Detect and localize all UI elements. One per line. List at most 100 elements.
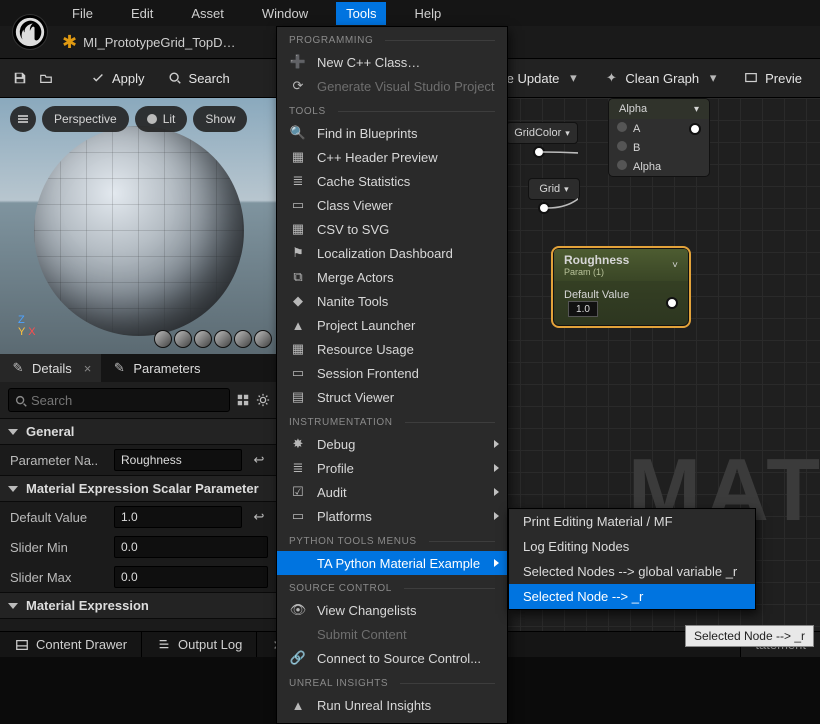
- menu-class-viewer[interactable]: ▭Class Viewer: [277, 193, 507, 217]
- tools-menu: PROGRAMMING ➕New C++ Class… ⟳Generate Vi…: [276, 26, 508, 724]
- rocket-icon: ▲: [289, 317, 307, 333]
- section-scalar-param[interactable]: Material Expression Scalar Parameter: [0, 475, 278, 502]
- menu-asset[interactable]: Asset: [181, 2, 234, 25]
- node-grid-pin[interactable]: [538, 202, 550, 217]
- submenu-print-material[interactable]: Print Editing Material / MF: [509, 509, 755, 534]
- lit-pill[interactable]: Lit: [135, 106, 188, 132]
- insights-icon: ▲: [289, 697, 307, 713]
- output-log-button[interactable]: Output Log: [142, 632, 257, 657]
- tab-details[interactable]: ✎ Details ×: [0, 354, 101, 382]
- menu-section-source-control: SOURCE CONTROL: [277, 575, 507, 598]
- drawer-icon: [14, 637, 30, 653]
- menu-platforms[interactable]: ▭Platforms: [277, 504, 507, 528]
- menu-gen-vs: ⟳Generate Visual Studio Project: [277, 74, 507, 98]
- menu-cache-stats[interactable]: ≣Cache Statistics: [277, 169, 507, 193]
- menu-project-launcher[interactable]: ▲Project Launcher: [277, 313, 507, 337]
- reset-icon[interactable]: ↩: [250, 508, 268, 526]
- menu-cpp-header[interactable]: ▦C++ Header Preview: [277, 145, 507, 169]
- menu-debug[interactable]: ✸Debug: [277, 432, 507, 456]
- shading-mode-balls[interactable]: [154, 330, 272, 348]
- menu-connect-sc[interactable]: 🔗Connect to Source Control...: [277, 646, 507, 670]
- close-icon[interactable]: ×: [84, 361, 92, 376]
- content-drawer-button[interactable]: Content Drawer: [0, 632, 142, 657]
- details-search-row: [0, 382, 278, 418]
- menu-edit[interactable]: Edit: [121, 2, 163, 25]
- menu-nanite[interactable]: ◆Nanite Tools: [277, 289, 507, 313]
- menu-tools[interactable]: Tools: [336, 2, 386, 25]
- ta-python-submenu: Print Editing Material / MF Log Editing …: [508, 508, 756, 610]
- node-grid[interactable]: Grid ▾: [528, 178, 580, 200]
- menu-section-insights: UNREAL INSIGHTS: [277, 670, 507, 693]
- tooltip: Selected Node --> _r: [685, 625, 814, 647]
- submenu-log-nodes[interactable]: Log Editing Nodes: [509, 534, 755, 559]
- search-button[interactable]: Search: [161, 66, 236, 90]
- main-menu-bar: File Edit Asset Window Tools Help: [0, 0, 820, 26]
- prop-parameter-name: Parameter Na.. ↩: [0, 445, 278, 475]
- node-gridcolor[interactable]: GridColor ▾: [506, 122, 578, 144]
- roughness-output-pin[interactable]: [666, 297, 678, 309]
- menu-section-python: PYTHON TOOLS MENUS: [277, 528, 507, 551]
- lit-icon: [147, 114, 157, 124]
- slider-min-input[interactable]: [114, 536, 268, 558]
- section-material-expression[interactable]: Material Expression: [0, 592, 278, 619]
- node-gridcolor-pin[interactable]: [533, 146, 545, 161]
- node-lerp[interactable]: Alpha▾ A B Alpha: [608, 98, 710, 177]
- platforms-icon: ▭: [289, 508, 307, 524]
- menu-file[interactable]: File: [62, 2, 103, 25]
- dirty-icon: ✱: [62, 33, 77, 51]
- search-icon: 🔍: [289, 125, 307, 141]
- log-icon: [156, 637, 172, 653]
- prop-slider-min: Slider Min: [0, 532, 278, 562]
- grid-view-icon[interactable]: [236, 389, 250, 411]
- gear-icon[interactable]: [256, 389, 270, 411]
- menu-csv-svg[interactable]: ▦CSV to SVG: [277, 217, 507, 241]
- clean-graph-button[interactable]: ✦ Clean Graph ▾: [597, 66, 727, 90]
- chevron-down-icon: ▾: [565, 70, 581, 86]
- preview-icon: [743, 70, 759, 86]
- save-icon[interactable]: [12, 70, 28, 86]
- preview-button[interactable]: Previe: [737, 66, 808, 90]
- menu-run-insights[interactable]: ▲Run Unreal Insights: [277, 693, 507, 717]
- details-search-input[interactable]: [8, 388, 230, 412]
- menu-session-frontend[interactable]: ▭Session Frontend: [277, 361, 507, 385]
- db-icon: ≣: [289, 173, 307, 189]
- flag-icon: ⚑: [289, 245, 307, 261]
- menu-new-cpp[interactable]: ➕New C++ Class…: [277, 50, 507, 74]
- tab-parameters[interactable]: ✎ Parameters: [101, 354, 210, 382]
- viewport-menu-button[interactable]: [10, 106, 36, 132]
- reset-icon[interactable]: ↩: [250, 451, 268, 469]
- preview-viewport[interactable]: Perspective Lit Show Z Y X: [0, 98, 278, 354]
- perspective-pill[interactable]: Perspective: [42, 106, 129, 132]
- menu-view-changelists[interactable]: 👁View Changelists: [277, 598, 507, 622]
- nanite-icon: ◆: [289, 293, 307, 309]
- struct-icon: ▤: [289, 389, 307, 405]
- class-icon: ▭: [289, 197, 307, 213]
- menu-merge-actors[interactable]: ⧉Merge Actors: [277, 265, 507, 289]
- parameter-name-input[interactable]: [114, 449, 242, 471]
- slider-max-input[interactable]: [114, 566, 268, 588]
- asset-tab[interactable]: MI_PrototypeGrid_TopD…: [83, 35, 235, 50]
- menu-struct-viewer[interactable]: ▤Struct Viewer: [277, 385, 507, 409]
- menu-submit-content: Submit Content: [277, 622, 507, 646]
- show-pill[interactable]: Show: [193, 106, 247, 132]
- submenu-selected-nodes[interactable]: Selected Nodes --> global variable _r: [509, 559, 755, 584]
- menu-section-programming: PROGRAMMING: [277, 27, 507, 50]
- prop-slider-max: Slider Max: [0, 562, 278, 592]
- browse-icon[interactable]: [38, 70, 54, 86]
- menu-window[interactable]: Window: [252, 2, 318, 25]
- node-roughness[interactable]: Roughness Param (1) ˅ Default Value: [553, 248, 689, 326]
- apply-button[interactable]: Apply: [84, 66, 151, 90]
- menu-resource-usage[interactable]: ▦Resource Usage: [277, 337, 507, 361]
- section-general[interactable]: General: [0, 418, 278, 445]
- menu-help[interactable]: Help: [404, 2, 451, 25]
- menu-audit[interactable]: ☑Audit: [277, 480, 507, 504]
- upload-icon: [289, 626, 307, 642]
- menu-localization[interactable]: ⚑Localization Dashboard: [277, 241, 507, 265]
- menu-ta-python[interactable]: TA Python Material Example: [277, 551, 507, 575]
- menu-profile[interactable]: ≣Profile: [277, 456, 507, 480]
- clean-icon: ✦: [603, 70, 619, 86]
- roughness-default-input[interactable]: [568, 301, 598, 317]
- menu-find-blueprints[interactable]: 🔍Find in Blueprints: [277, 121, 507, 145]
- submenu-selected-node[interactable]: Selected Node --> _r: [509, 584, 755, 609]
- default-value-input[interactable]: [114, 506, 242, 528]
